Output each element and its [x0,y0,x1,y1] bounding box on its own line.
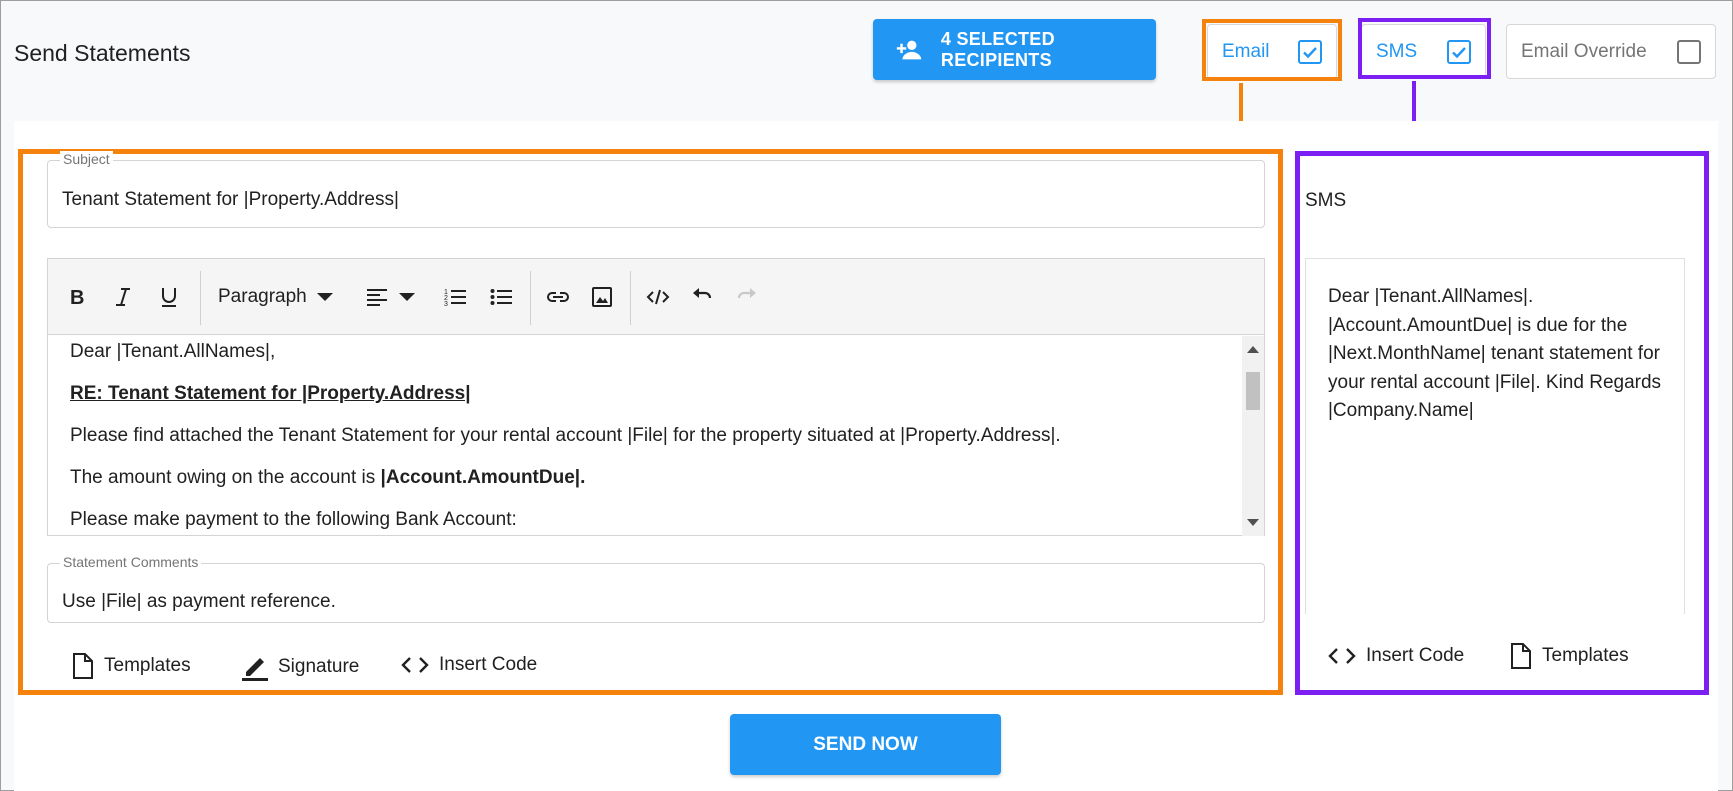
file-icon [1511,643,1531,669]
editor-scrollbar[interactable] [1242,336,1264,536]
selected-recipients-label: 4 SELECTED RECIPIENTS [940,28,1055,70]
svg-text:3: 3 [444,301,448,307]
italic-icon [116,288,130,306]
body-re-line: RE: Tenant Statement for |Property.Addre… [70,383,471,404]
signature-label: Signature [278,656,360,677]
signature-pen-icon [242,658,268,681]
bullet-list-icon [490,289,512,305]
ordered-list-button[interactable]: 123 [444,283,466,311]
send-now-label: SEND NOW [813,733,918,755]
source-code-button[interactable] [646,283,670,311]
email-templates-button[interactable]: Templates [72,652,191,680]
editor-content[interactable]: Dear |Tenant.AllNames|, RE: Tenant State… [48,336,1244,536]
body-paragraph-1: Please find attached the Tenant Statemen… [70,425,1061,446]
underline-icon [162,288,176,307]
paragraph-format-label: Paragraph [218,286,307,307]
code-icon [401,657,429,673]
scroll-down-arrow-icon [1247,519,1259,526]
insert-link-button[interactable] [546,283,570,311]
caret-down-icon [399,293,415,301]
email-insert-code-button[interactable]: Insert Code [401,654,537,676]
code-icon [1328,648,1356,664]
scroll-up-arrow-icon [1247,346,1259,353]
undo-button[interactable] [691,283,713,311]
body-amount-due: |Account.AmountDue|. [380,467,586,488]
bold-button[interactable]: B [68,283,86,311]
add-person-icon [896,40,922,59]
sms-message-box[interactable]: Dear |Tenant.AllNames|. |Account.AmountD… [1305,258,1685,614]
body-paragraph-2-text: The amount owing on the account is [70,467,381,488]
sms-toggle-highlight [1358,18,1491,79]
sms-title: SMS [1305,190,1347,211]
image-icon [592,287,612,307]
redo-icon [737,288,756,299]
toolbar-divider [200,271,201,325]
scroll-thumb[interactable] [1246,372,1260,410]
email-override-toggle[interactable]: Email Override [1506,24,1716,79]
email-templates-label: Templates [104,655,191,676]
signature-button[interactable]: Signature [240,652,359,682]
redo-button[interactable] [736,283,758,311]
underline-button[interactable] [160,283,178,311]
email-toggle-highlight [1202,19,1342,81]
toolbar-divider [630,271,631,325]
email-override-label: Email Override [1521,40,1647,62]
file-icon [73,653,93,679]
italic-button[interactable] [114,283,132,311]
sms-insert-code-button[interactable]: Insert Code [1328,645,1464,667]
statement-comments-field[interactable]: Statement Comments Use |File| as payment… [47,554,1265,623]
subject-field[interactable]: Subject Tenant Statement for |Property.A… [47,151,1265,228]
email-override-checkbox[interactable] [1677,39,1701,64]
selected-recipients-button[interactable]: 4 SELECTED RECIPIENTS [873,19,1156,80]
svg-text:B: B [70,287,84,308]
undo-icon [693,288,712,299]
body-paragraph-2: The amount owing on the account is |Acco… [70,467,585,489]
email-insert-code-label: Insert Code [439,654,538,675]
bullet-list-button[interactable] [490,283,512,311]
link-icon [547,292,569,302]
sms-insert-code-label: Insert Code [1366,645,1465,666]
numbered-list-icon: 123 [444,289,466,307]
sms-templates-label: Templates [1542,645,1629,666]
sms-templates-button[interactable]: Templates [1510,642,1629,670]
statement-comments-input[interactable]: Use |File| as payment reference. [62,591,336,613]
statement-comments-label: Statement Comments [60,554,202,570]
code-view-icon [646,289,670,305]
email-body-editor[interactable]: B Paragraph 123 Dear |Tenant.AllNames|, … [47,258,1265,536]
editor-toolbar: B Paragraph 123 [48,259,1264,335]
align-left-icon [367,289,387,306]
toolbar-divider [530,271,531,325]
paragraph-format-dropdown[interactable]: Paragraph [218,283,337,311]
page-title: Send Statements [14,40,191,66]
send-now-button[interactable]: SEND NOW [730,714,1001,775]
caret-down-icon [316,293,333,301]
bold-icon: B [70,287,84,308]
body-greeting: Dear |Tenant.AllNames|, [70,341,276,362]
insert-image-button[interactable] [591,283,613,311]
align-dropdown[interactable] [366,283,418,311]
subject-label: Subject [60,151,113,167]
sms-message-text[interactable]: Dear |Tenant.AllNames|. |Account.AmountD… [1328,283,1668,426]
body-paragraph-3: Please make payment to the following Ban… [70,509,517,530]
subject-input[interactable]: Tenant Statement for |Property.Address| [62,189,399,211]
